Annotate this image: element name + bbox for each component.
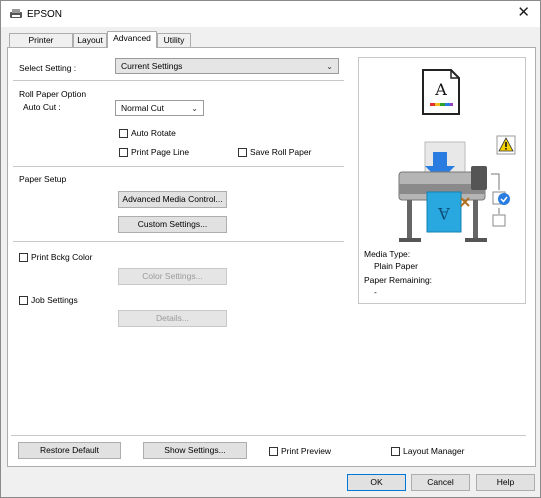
show-settings-button[interactable]: Show Settings... — [143, 442, 247, 459]
save-roll-paper-checkbox[interactable]: Save Roll Paper — [238, 147, 311, 157]
help-button[interactable]: Help — [476, 474, 535, 491]
paper-remaining-label: Paper Remaining: — [364, 275, 433, 285]
checkbox-box — [269, 446, 278, 456]
paper-sheet-icon: A — [422, 69, 460, 115]
save-roll-paper-label: Save Roll Paper — [250, 147, 312, 157]
divider — [13, 241, 344, 242]
window-title: EPSON — [27, 9, 63, 20]
advanced-media-control-button[interactable]: Advanced Media Control... — [118, 191, 227, 208]
tab-utility[interactable]: Utility — [157, 33, 191, 47]
media-type-label: Media Type: — [364, 249, 411, 259]
chevron-down-icon: ⌄ — [326, 62, 333, 71]
paper-remaining-value: - — [374, 287, 377, 297]
divider — [13, 166, 344, 167]
checkbox-box — [19, 295, 28, 305]
checkbox-box — [238, 147, 247, 157]
details-button[interactable]: Details... — [118, 310, 227, 327]
print-bckg-color-checkbox[interactable]: Print Bckg Color — [19, 252, 92, 262]
paper-setup-heading: Paper Setup — [19, 174, 67, 184]
print-page-line-checkbox[interactable]: Print Page Line — [119, 147, 189, 157]
chevron-down-icon: ⌄ — [191, 104, 198, 113]
checkbox-box — [391, 446, 400, 456]
divider — [13, 80, 344, 81]
auto-rotate-label: Auto Rotate — [131, 128, 176, 138]
printer-preview-panel: A A Media Type: Plain Paper Paper Remain… — [358, 57, 526, 304]
auto-cut-value: Normal Cut — [121, 103, 164, 113]
layout-manager-checkbox[interactable]: Layout Manager — [391, 446, 464, 456]
auto-cut-label: Auto Cut : — [23, 102, 61, 112]
auto-cut-dropdown[interactable]: Normal Cut ⌄ — [115, 100, 204, 116]
auto-rotate-checkbox[interactable]: Auto Rotate — [119, 128, 176, 138]
print-page-line-label: Print Page Line — [131, 147, 190, 157]
tab-layout[interactable]: Layout — [73, 33, 107, 47]
epson-dialog: EPSON ✕ Printer Settings Layout Advanced… — [0, 0, 541, 498]
close-icon[interactable]: ✕ — [517, 5, 530, 20]
title-bar: EPSON ✕ — [1, 1, 540, 27]
tab-printer-settings[interactable]: Printer Settings — [9, 33, 73, 57]
checkbox-box — [119, 147, 128, 157]
layout-manager-label: Layout Manager — [403, 446, 465, 456]
tab-advanced[interactable]: Advanced — [107, 31, 157, 48]
checkbox-box — [19, 252, 28, 262]
media-type-value: Plain Paper — [374, 261, 418, 271]
checkbox-box — [119, 128, 128, 138]
svg-text:A: A — [438, 204, 451, 223]
custom-settings-button[interactable]: Custom Settings... — [118, 216, 227, 233]
sheet-letter: A — [434, 80, 447, 99]
print-preview-checkbox[interactable]: Print Preview — [269, 446, 331, 456]
job-settings-label: Job Settings — [31, 295, 78, 305]
select-setting-value: Current Settings — [121, 61, 183, 71]
job-settings-checkbox[interactable]: Job Settings — [19, 295, 78, 305]
select-setting-label: Select Setting : — [19, 63, 77, 73]
restore-default-button[interactable]: Restore Default — [18, 442, 121, 459]
ok-button[interactable]: OK — [347, 474, 406, 491]
print-bckg-color-label: Print Bckg Color — [31, 252, 93, 262]
print-preview-label: Print Preview — [281, 446, 332, 456]
cancel-button[interactable]: Cancel — [411, 474, 470, 491]
divider — [11, 435, 526, 436]
select-setting-dropdown[interactable]: Current Settings ⌄ — [115, 58, 339, 74]
large-format-printer-illustration: A — [398, 141, 510, 242]
epson-printer-icon — [10, 9, 22, 18]
roll-paper-heading: Roll Paper Option — [19, 89, 87, 99]
color-settings-button[interactable]: Color Settings... — [118, 268, 227, 285]
